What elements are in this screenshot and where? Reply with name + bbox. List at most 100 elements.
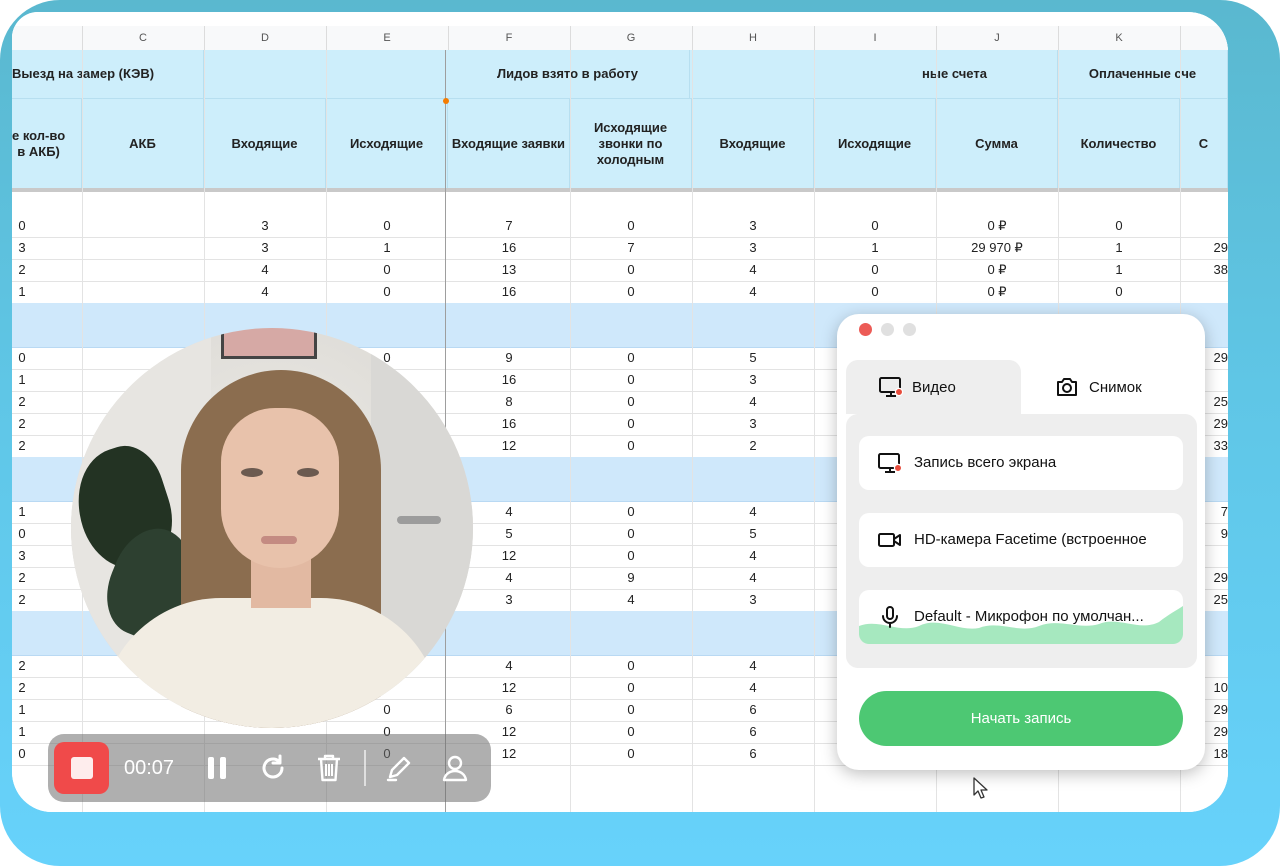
table-cell[interactable]: 0 <box>814 281 936 303</box>
sub-header[interactable]: Входящие заявки <box>448 99 570 188</box>
pause-icon[interactable] <box>200 751 234 785</box>
table-cell[interactable]: 3 <box>12 545 32 567</box>
table-cell[interactable]: 3 <box>12 237 32 259</box>
table-cell[interactable]: 3 <box>692 237 814 259</box>
table-cell[interactable]: 16 <box>448 237 570 259</box>
table-cell[interactable]: 2 <box>12 567 32 589</box>
option-camera[interactable]: HD-камера Facetime (встроенное <box>859 513 1183 567</box>
table-cell[interactable]: 0 <box>12 215 32 237</box>
table-row[interactable]: 03070300 ₽0 <box>12 215 1228 238</box>
table-cell[interactable]: 0 <box>570 369 692 391</box>
table-cell[interactable]: 1 <box>12 281 32 303</box>
table-cell[interactable]: 1 <box>1058 259 1180 281</box>
table-cell[interactable]: 4 <box>692 567 814 589</box>
sub-header[interactable]: Количество <box>1058 99 1180 188</box>
sub-header[interactable]: е кол-во в АКБ) <box>12 99 82 188</box>
column-letter-i[interactable]: I <box>814 26 937 50</box>
table-cell[interactable]: 2 <box>692 435 814 457</box>
table-cell[interactable]: 6 <box>692 743 814 765</box>
table-cell[interactable]: 0 ₽ <box>936 215 1058 237</box>
table-cell[interactable]: 0 <box>570 391 692 413</box>
webcam-bubble[interactable] <box>71 328 473 728</box>
option-microphone[interactable]: Default - Микрофон по умолчан... <box>859 590 1183 644</box>
column-letter-g[interactable]: G <box>570 26 693 50</box>
table-cell[interactable]: 2 <box>12 391 32 413</box>
sub-header[interactable]: Исходящие звонки по холодным <box>570 99 692 188</box>
table-cell[interactable]: 1 <box>1058 237 1180 259</box>
table-cell[interactable]: 29 970 ₽ <box>936 237 1058 259</box>
table-cell[interactable]: 3 <box>692 369 814 391</box>
table-cell[interactable]: 4 <box>570 589 692 611</box>
column-letter-f[interactable]: F <box>448 26 571 50</box>
start-recording-button[interactable]: Начать запись <box>859 691 1183 746</box>
table-cell[interactable]: 2 <box>12 435 32 457</box>
table-cell[interactable]: 2 <box>12 655 32 677</box>
column-letter-k[interactable]: K <box>1058 26 1181 50</box>
table-cell[interactable]: 6 <box>692 721 814 743</box>
table-cell[interactable]: 0 <box>1058 215 1180 237</box>
table-row[interactable]: 3 3 1 16 7 3 1 29 970 ₽1 29 <box>12 237 1228 260</box>
sub-header[interactable]: Входящие <box>204 99 326 188</box>
table-cell[interactable]: 0 <box>570 259 692 281</box>
table-cell[interactable]: 4 <box>692 501 814 523</box>
sub-header[interactable]: Входящие <box>692 99 814 188</box>
table-cell[interactable]: 0 <box>326 215 448 237</box>
table-cell[interactable]: 0 <box>12 347 32 369</box>
table-cell[interactable]: 0 <box>814 259 936 281</box>
table-cell[interactable]: 4 <box>692 545 814 567</box>
table-cell[interactable]: 0 <box>570 699 692 721</box>
restart-icon[interactable] <box>256 751 290 785</box>
window-zoom-button[interactable] <box>903 323 916 336</box>
table-cell[interactable]: 0 <box>570 721 692 743</box>
table-cell[interactable]: 2 <box>12 677 32 699</box>
table-cell[interactable]: 9 <box>570 567 692 589</box>
group-header[interactable]: Оплаченные сче <box>1058 50 1228 98</box>
group-header[interactable]: ные счета <box>852 50 1058 98</box>
table-cell[interactable]: 0 <box>570 545 692 567</box>
table-cell[interactable]: 5 <box>692 523 814 545</box>
stop-button[interactable] <box>54 742 109 794</box>
table-cell[interactable]: 7 <box>448 215 570 237</box>
table-cell[interactable]: 6 <box>692 699 814 721</box>
column-letter-d[interactable]: D <box>204 26 327 50</box>
window-close-button[interactable] <box>859 323 872 336</box>
sub-header[interactable]: Исходящие <box>326 99 448 188</box>
group-header[interactable]: Выезд на замер (КЭВ) <box>12 50 204 98</box>
table-cell[interactable]: 0 <box>1058 281 1180 303</box>
window-minimize-button[interactable] <box>881 323 894 336</box>
table-cell[interactable]: 1 <box>12 501 32 523</box>
table-cell[interactable]: 16 <box>448 281 570 303</box>
table-cell[interactable]: 0 ₽ <box>936 281 1058 303</box>
table-cell[interactable]: 3 <box>692 589 814 611</box>
table-cell[interactable]: 2 <box>12 413 32 435</box>
pen-icon[interactable] <box>382 751 416 785</box>
tab-snapshot[interactable]: Снимок <box>1021 360 1197 414</box>
table-cell[interactable]: 7 <box>570 237 692 259</box>
table-cell[interactable]: 1 <box>12 699 32 721</box>
table-cell[interactable]: 38 <box>1180 259 1228 281</box>
group-header[interactable]: Лидов взято в работу <box>446 50 690 98</box>
table-cell[interactable]: 0 <box>326 259 448 281</box>
table-cell[interactable]: 4 <box>204 281 326 303</box>
trash-icon[interactable] <box>312 751 346 785</box>
table-cell[interactable]: 0 <box>570 281 692 303</box>
option-full-screen[interactable]: Запись всего экрана <box>859 436 1183 490</box>
table-cell[interactable]: 0 <box>12 743 32 765</box>
column-letter-j[interactable]: J <box>936 26 1059 50</box>
table-cell[interactable]: 1 <box>326 237 448 259</box>
table-cell[interactable]: 4 <box>204 259 326 281</box>
table-cell[interactable]: 13 <box>448 259 570 281</box>
table-cell[interactable]: 4 <box>692 655 814 677</box>
table-cell[interactable]: 0 <box>570 215 692 237</box>
table-cell[interactable]: 0 <box>570 677 692 699</box>
table-cell[interactable]: 0 <box>570 523 692 545</box>
table-cell[interactable]: 0 <box>570 743 692 765</box>
table-cell[interactable]: 0 ₽ <box>936 259 1058 281</box>
column-letter-e[interactable]: E <box>326 26 449 50</box>
table-cell[interactable]: 2 <box>12 589 32 611</box>
table-cell[interactable]: 0 <box>570 501 692 523</box>
table-cell[interactable]: 1 <box>814 237 936 259</box>
table-cell[interactable]: 0 <box>570 347 692 369</box>
column-letter-b[interactable] <box>12 26 83 50</box>
table-cell[interactable]: 0 <box>814 215 936 237</box>
